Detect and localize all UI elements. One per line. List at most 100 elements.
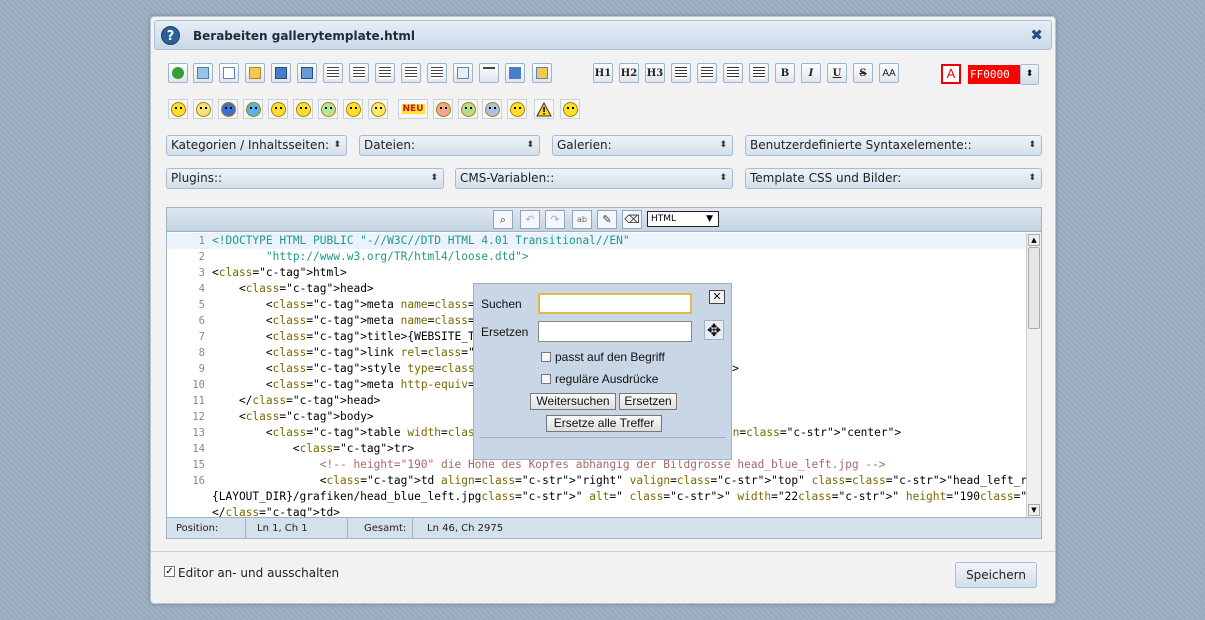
- binoculars-search-icon[interactable]: ⌕: [493, 210, 513, 229]
- replace-button[interactable]: Ersetzen: [619, 393, 677, 410]
- color-picker-button[interactable]: ⬍: [1020, 64, 1039, 85]
- code-line[interactable]: </class="c-tag">td>: [167, 505, 1026, 517]
- smiley-icon[interactable]: [243, 99, 263, 119]
- italic-button[interactable]: I: [801, 63, 821, 83]
- find-next-button[interactable]: Weitersuchen: [530, 393, 616, 410]
- custom-syntax-dropdown[interactable]: Benutzerdefinierte Syntaxelemente:: ⬍: [745, 135, 1042, 156]
- eraser-icon[interactable]: ⌫: [622, 210, 642, 229]
- text-left-image-icon[interactable]: [323, 63, 343, 83]
- smiley-icon[interactable]: [433, 99, 453, 119]
- h1-button[interactable]: H1: [593, 63, 613, 83]
- code-line[interactable]: 3 <class="c-tag">html>: [167, 265, 1026, 281]
- line-number: 2: [198, 251, 205, 263]
- editor-scrollbar[interactable]: ▲ ▼: [1026, 233, 1041, 517]
- highlight-brush-icon[interactable]: ✎: [597, 210, 617, 229]
- bullet-list-icon[interactable]: [401, 63, 421, 83]
- code-line[interactable]: 16 <class="c-tag">td align=class="c-str"…: [167, 473, 1026, 489]
- redo-icon[interactable]: ↷: [545, 210, 565, 229]
- whole-word-checkbox[interactable]: [541, 352, 551, 362]
- categories-dropdown[interactable]: Kategorien / Inhaltsseiten: ⬍: [166, 135, 347, 156]
- h3-button[interactable]: H3: [645, 63, 665, 83]
- bold-button[interactable]: B: [775, 63, 795, 83]
- galleries-dropdown[interactable]: Galerien: ⬍: [552, 135, 733, 156]
- close-icon[interactable]: ✕: [709, 290, 725, 304]
- align-right-icon[interactable]: [749, 63, 769, 83]
- text-color-icon[interactable]: A: [941, 64, 961, 84]
- files-dropdown-label: Dateien:: [364, 138, 416, 152]
- code-line[interactable]: 1 <!DOCTYPE HTML PUBLIC "-//W3C//DTD HTML…: [167, 233, 1026, 249]
- numbered-list-icon[interactable]: [427, 63, 447, 83]
- status-divider: [347, 518, 348, 539]
- smiley-icon[interactable]: [168, 99, 188, 119]
- mail-icon[interactable]: [193, 63, 213, 83]
- smiley-icon[interactable]: [482, 99, 502, 119]
- text-right-image-icon[interactable]: [349, 63, 369, 83]
- code-line-text: <class="c-tag">head>: [212, 282, 374, 295]
- scroll-down-icon[interactable]: ▼: [1028, 504, 1040, 516]
- cms-variables-dropdown-label: CMS-Variablen::: [460, 171, 555, 185]
- indent-icon[interactable]: [375, 63, 395, 83]
- horizontal-rule-icon[interactable]: [479, 63, 499, 83]
- regex-label: reguläre Ausdrücke: [555, 372, 659, 386]
- replace-input[interactable]: [538, 321, 692, 342]
- table-icon[interactable]: [453, 63, 473, 83]
- smiley-icon[interactable]: [560, 99, 580, 119]
- font-size-button[interactable]: AA: [879, 63, 899, 83]
- undo-icon[interactable]: ↶: [520, 210, 540, 229]
- strikethrough-button[interactable]: S: [853, 63, 873, 83]
- image-edit-icon[interactable]: [532, 63, 552, 83]
- scrollbar-thumb[interactable]: [1028, 247, 1040, 329]
- smiley-icon[interactable]: [318, 99, 338, 119]
- move-icon[interactable]: ✥: [704, 320, 724, 340]
- search-input[interactable]: [538, 293, 692, 314]
- plugins-dropdown[interactable]: Plugins:: ⬍: [166, 168, 444, 189]
- template-css-dropdown-label: Template CSS und Bilder:: [750, 171, 902, 185]
- save-button[interactable]: Speichern: [955, 562, 1037, 588]
- folder-icon[interactable]: [245, 63, 265, 83]
- align-left-icon[interactable]: [671, 63, 691, 83]
- position-label: Position:: [176, 523, 219, 534]
- smiley-icon[interactable]: [343, 99, 363, 119]
- link-globe-icon[interactable]: [168, 63, 188, 83]
- template-css-dropdown[interactable]: Template CSS und Bilder: ⬍: [745, 168, 1042, 189]
- replace-all-button[interactable]: Ersetze alle Treffer: [546, 415, 662, 432]
- code-line[interactable]: 2 "http://www.w3.org/TR/html4/loose.dtd"…: [167, 249, 1026, 265]
- spellcheck-icon[interactable]: ab: [572, 210, 592, 229]
- page-icon[interactable]: [219, 63, 239, 83]
- line-number: 4: [198, 283, 205, 295]
- syntax-mode-select[interactable]: HTML ▼: [647, 211, 719, 227]
- code-line[interactable]: {LAYOUT_DIR}/grafiken/head_blue_left.jpg…: [167, 489, 1026, 505]
- help-icon[interactable]: ?: [161, 26, 180, 45]
- code-line-text: {LAYOUT_DIR}/grafiken/head_blue_left.jpg…: [212, 490, 1026, 503]
- smiley-icon[interactable]: [368, 99, 388, 119]
- plugins-dropdown-label: Plugins::: [171, 171, 223, 185]
- editor-toggle-checkbox[interactable]: ✓: [164, 566, 175, 577]
- smiley-icon[interactable]: [507, 99, 527, 119]
- align-center-icon[interactable]: [697, 63, 717, 83]
- regex-checkbox[interactable]: [541, 374, 551, 384]
- new-badge-icon[interactable]: NEU: [398, 99, 428, 119]
- underline-button[interactable]: U: [827, 63, 847, 83]
- dropdown-arrow-icon: ▼: [706, 214, 713, 224]
- color-value-field[interactable]: FF0000: [968, 65, 1021, 84]
- close-icon[interactable]: ✖: [1030, 26, 1043, 44]
- html-icon[interactable]: [505, 63, 525, 83]
- h2-button[interactable]: H2: [619, 63, 639, 83]
- smiley-icon[interactable]: [193, 99, 213, 119]
- cms-variables-dropdown[interactable]: CMS-Variablen:: ⬍: [455, 168, 733, 189]
- save-disk-icon[interactable]: [271, 63, 291, 83]
- code-line-text: <!DOCTYPE HTML PUBLIC "-//W3C//DTD HTML …: [212, 234, 630, 247]
- files-dropdown[interactable]: Dateien: ⬍: [359, 135, 540, 156]
- warning-icon[interactable]: [534, 99, 554, 119]
- smiley-icon[interactable]: [268, 99, 288, 119]
- smiley-icon[interactable]: [458, 99, 478, 119]
- scroll-up-icon[interactable]: ▲: [1028, 234, 1040, 246]
- image-icon[interactable]: [297, 63, 317, 83]
- smiley-icon[interactable]: [218, 99, 238, 119]
- dialog-titlebar[interactable]: ? Berabeiten gallerytemplate.html ✖: [154, 20, 1052, 50]
- smiley-icon[interactable]: [293, 99, 313, 119]
- line-number: 14: [192, 443, 205, 455]
- code-line-text: </class="c-tag">head>: [212, 394, 381, 407]
- align-justify-icon[interactable]: [723, 63, 743, 83]
- line-number: 7: [198, 331, 205, 343]
